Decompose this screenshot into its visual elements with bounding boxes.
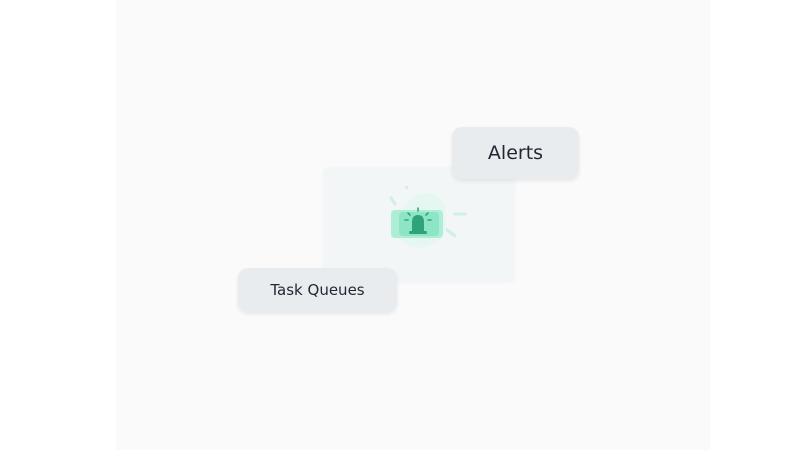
alerts-label: Alerts	[487, 142, 544, 164]
bell-glow-graphic	[389, 186, 467, 248]
alerts-pill: Alerts	[452, 127, 579, 179]
illustration-stage: Alerts Task Queues	[0, 0, 800, 450]
task-queues-pill: Task Queues	[238, 268, 397, 312]
task-queues-label: Task Queues	[270, 281, 365, 299]
